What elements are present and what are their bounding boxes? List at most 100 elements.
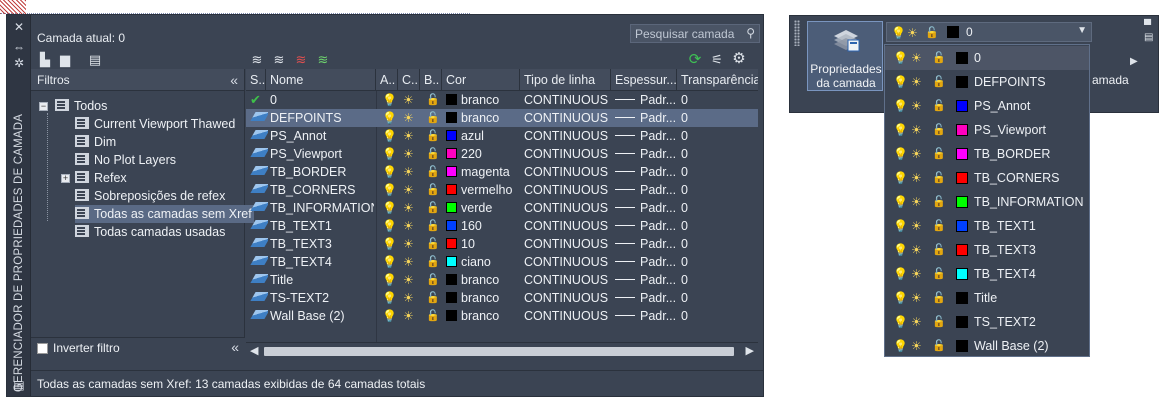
layer-name[interactable]: TB_TEXT4 — [270, 253, 374, 271]
layer-linetype[interactable]: CONTINUOUS — [524, 307, 610, 325]
layer-transparency[interactable]: 0 — [681, 307, 751, 325]
layer-name[interactable]: TB_CORNERS — [270, 181, 374, 199]
close-icon[interactable]: ✕ — [13, 21, 25, 33]
layer-transparency[interactable]: 0 — [681, 163, 751, 181]
layer-color[interactable]: 10 — [446, 235, 520, 253]
column-name[interactable]: Nome — [266, 69, 376, 91]
layer-name[interactable]: PS_Annot — [270, 127, 374, 145]
layer-status-icon[interactable] — [250, 127, 268, 145]
layer-lineweight[interactable]: Padr... — [615, 235, 677, 253]
sun-icon[interactable]: ☀ — [911, 286, 922, 310]
collapse-filters-icon[interactable]: « — [231, 339, 239, 355]
tree-collapse-icon[interactable]: − — [39, 102, 48, 111]
bulb-icon[interactable]: 💡 — [382, 253, 396, 271]
panel-grip[interactable] — [794, 20, 800, 46]
layer-transparency[interactable]: 0 — [681, 199, 751, 217]
filter-tree-item[interactable]: Current Viewport Thawed — [75, 115, 235, 133]
layer-name[interactable]: Title — [270, 271, 374, 289]
sun-icon[interactable]: ☀ — [911, 70, 922, 94]
filter-tree-item[interactable]: Todas camadas usadas — [75, 223, 225, 241]
layer-color[interactable]: branco — [446, 289, 520, 307]
bulb-icon[interactable]: 💡 — [382, 127, 396, 145]
bulb-icon[interactable]: 💡 — [893, 238, 908, 262]
bulb-icon[interactable]: 💡 — [382, 235, 396, 253]
layer-lineweight[interactable]: Padr... — [615, 127, 677, 145]
unlock-icon[interactable]: 🔓 — [426, 91, 440, 109]
layer-transparency[interactable]: 0 — [681, 91, 751, 109]
bulb-icon[interactable]: 💡 — [382, 91, 396, 109]
layer-status-icon[interactable] — [250, 145, 268, 163]
layer-status-icon[interactable] — [250, 181, 268, 199]
layer-transparency[interactable]: 0 — [681, 271, 751, 289]
properties-icon[interactable]: ✲ — [13, 57, 25, 69]
bulb-icon[interactable]: 💡 — [893, 286, 908, 310]
table-row[interactable]: Wall Base (2) 💡 ☀ 🔓 branco CONTINUOUS Padr... 0 — [246, 307, 758, 325]
sun-icon[interactable]: ☀ — [403, 217, 417, 235]
layer-transparency[interactable]: 0 — [681, 217, 751, 235]
sun-icon[interactable]: ☀ — [911, 262, 922, 286]
layer-linetype[interactable]: CONTINUOUS — [524, 253, 610, 271]
layer-name[interactable]: TB_TEXT3 — [270, 235, 374, 253]
column-freeze[interactable]: C.. — [398, 69, 420, 91]
layer-status-icon[interactable] — [250, 163, 268, 181]
layer-color[interactable]: azul — [446, 127, 520, 145]
unlock-icon[interactable]: 🔓 — [932, 310, 946, 334]
bulb-icon[interactable]: 💡 — [893, 334, 908, 358]
table-row[interactable]: TB_BORDER 💡 ☀ 🔓 magenta CONTINUOUS Padr... 0 — [246, 163, 758, 181]
layer-dropdown-item[interactable]: 💡 ☀ 🔓 0 — [885, 46, 1089, 70]
unlock-icon[interactable]: 🔓 — [426, 163, 440, 181]
layer-status-icon[interactable] — [250, 271, 268, 289]
delete-layer-icon[interactable]: ≋ — [293, 53, 309, 67]
bulb-icon[interactable]: 💡 — [382, 199, 396, 217]
table-row[interactable]: TS-TEXT2 💡 ☀ 🔓 branco CONTINUOUS Padr... 0 — [246, 289, 758, 307]
scroll-left-icon[interactable]: ◀ — [250, 344, 258, 357]
column-lock[interactable]: B.. — [420, 69, 442, 91]
layer-status-icon[interactable] — [250, 253, 268, 271]
layer-status-icon[interactable] — [250, 109, 268, 127]
layer-dropdown-item[interactable]: 💡 ☀ 🔓 TB_TEXT1 — [885, 214, 1089, 238]
new-layer-icon[interactable]: ≋ — [249, 53, 265, 67]
horizontal-scrollbar[interactable]: ◀ ▶ — [246, 342, 758, 359]
layer-lineweight[interactable]: Padr... — [615, 145, 677, 163]
sun-icon[interactable]: ☀ — [403, 253, 417, 271]
layer-dropdown-item[interactable]: 💡 ☀ 🔓 TB_CORNERS — [885, 166, 1089, 190]
sun-icon[interactable]: ☀ — [911, 94, 922, 118]
layer-linetype[interactable]: CONTINUOUS — [524, 289, 610, 307]
layer-color[interactable]: 220 — [446, 145, 520, 163]
layer-name[interactable]: Wall Base (2) — [270, 307, 374, 325]
sun-icon[interactable]: ☀ — [907, 23, 918, 43]
bulb-icon[interactable]: 💡 — [382, 181, 396, 199]
bulb-icon[interactable]: 💡 — [382, 307, 396, 325]
copy-layers-icon[interactable]: ⚟ — [709, 53, 725, 67]
layer-color[interactable]: branco — [446, 91, 520, 109]
layer-dropdown-item[interactable]: 💡 ☀ 🔓 DEFPOINTS — [885, 70, 1089, 94]
filter-tree-item[interactable]: No Plot Layers — [75, 151, 176, 169]
layer-linetype[interactable]: CONTINUOUS — [524, 91, 610, 109]
filter-tree-item[interactable]: Refex — [75, 169, 127, 187]
table-row[interactable]: Title 💡 ☀ 🔓 branco CONTINUOUS Padr... 0 — [246, 271, 758, 289]
current-layer-check-icon[interactable]: ✔ — [250, 91, 268, 109]
layer-states-manager-icon[interactable]: ▤ — [87, 53, 103, 67]
unlock-icon[interactable]: 🔓 — [932, 262, 946, 286]
layer-transparency[interactable]: 0 — [681, 109, 751, 127]
unlock-icon[interactable]: 🔓 — [932, 118, 946, 142]
filter-tree-item-selected[interactable]: Todas as camadas sem Xref — [75, 205, 254, 223]
layer-lineweight[interactable]: Padr... — [615, 181, 677, 199]
filter-tree-item[interactable]: Sobreposições de refex — [75, 187, 225, 205]
layer-name[interactable]: TB_TEXT1 — [270, 217, 374, 235]
layer-name[interactable]: PS_Viewport — [270, 145, 374, 163]
table-row[interactable]: TB_TEXT1 💡 ☀ 🔓 160 CONTINUOUS Padr... 0 — [246, 217, 758, 235]
bulb-icon[interactable]: 💡 — [893, 214, 908, 238]
sun-icon[interactable]: ☀ — [911, 310, 922, 334]
sun-icon[interactable]: ☀ — [911, 118, 922, 142]
bulb-icon[interactable]: 💡 — [893, 118, 908, 142]
layer-color[interactable]: vermelho — [446, 181, 520, 199]
sun-icon[interactable]: ☀ — [403, 145, 417, 163]
table-row[interactable]: PS_Viewport 💡 ☀ 🔓 220 CONTINUOUS Padr... 0 — [246, 145, 758, 163]
layer-dropdown-item[interactable]: 💡 ☀ 🔓 TB_TEXT4 — [885, 262, 1089, 286]
layer-color[interactable]: 160 — [446, 217, 520, 235]
layer-transparency[interactable]: 0 — [681, 289, 751, 307]
sun-icon[interactable]: ☀ — [403, 181, 417, 199]
panel-options-icon[interactable]: ▀ ▤ — [1144, 20, 1153, 44]
set-current-icon[interactable]: ≋ — [315, 53, 331, 67]
